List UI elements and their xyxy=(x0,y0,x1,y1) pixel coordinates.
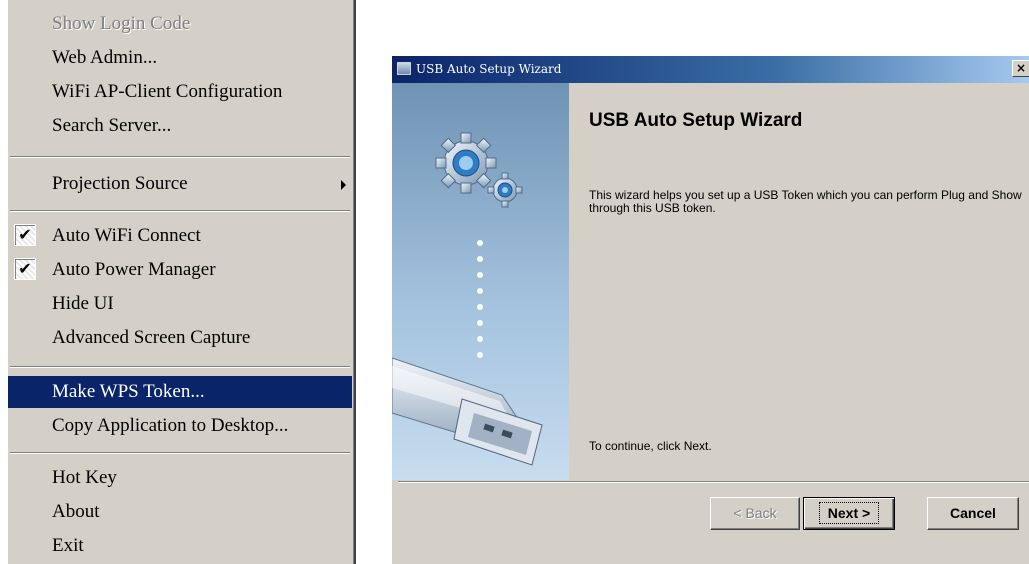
menu-item-label: Hot Key xyxy=(52,467,117,488)
menu-item-auto-wifi-connect[interactable]: ✔ Auto WiFi Connect xyxy=(8,220,352,252)
menu-item-exit[interactable]: Exit xyxy=(8,530,352,562)
title-bar[interactable]: USB Auto Setup Wizard × xyxy=(392,56,1029,83)
menu-item-wifi-ap-client-configuration[interactable]: WiFi AP-Client Configuration xyxy=(8,76,352,108)
menu-separator xyxy=(10,452,350,454)
menu-item-about[interactable]: About xyxy=(8,496,352,528)
close-button[interactable]: × xyxy=(1012,60,1029,77)
cancel-button[interactable]: Cancel xyxy=(927,497,1019,530)
menu-item-label: WiFi AP-Client Configuration xyxy=(52,81,283,102)
menu-item-auto-power-manager[interactable]: ✔ Auto Power Manager xyxy=(8,254,352,286)
checkmark-icon: ✔ xyxy=(14,224,36,246)
menu-item-label: Search Server... xyxy=(52,115,172,136)
gears-icon xyxy=(435,132,523,208)
menu-item-hide-ui[interactable]: Hide UI xyxy=(8,288,352,320)
menu-item-label: Projection Source xyxy=(52,173,188,194)
next-button-label: Next > xyxy=(818,502,880,524)
menu-item-label: Copy Application to Desktop... xyxy=(52,415,289,436)
menu-item-label: Show Login Code xyxy=(52,13,191,34)
wizard-description: This wizard helps you set up a USB Token… xyxy=(589,188,1022,215)
wizard-content: USB Auto Setup Wizard This wizard helps … xyxy=(569,83,1029,480)
submenu-arrow-icon xyxy=(341,180,346,190)
menu-item-label: Auto Power Manager xyxy=(52,259,216,280)
menu-item-show-login-code: Show Login Code xyxy=(8,8,352,40)
menu-item-advanced-screen-capture[interactable]: Advanced Screen Capture xyxy=(8,322,352,354)
window-title: USB Auto Setup Wizard xyxy=(416,62,562,76)
menu-separator xyxy=(10,210,350,212)
menu-item-label: Web Admin... xyxy=(52,47,158,68)
wizard-window: USB Auto Setup Wizard × USB Auto Setup W… xyxy=(391,56,1029,564)
wizard-heading: USB Auto Setup Wizard xyxy=(589,110,803,131)
back-button: < Back xyxy=(710,497,800,530)
menu-item-make-wps-token[interactable]: Make WPS Token... xyxy=(8,376,352,408)
menu-item-label: Make WPS Token... xyxy=(52,381,205,402)
menu-item-label: About xyxy=(52,501,100,522)
wizard-illustration-panel xyxy=(391,83,569,480)
menu-item-label: Exit xyxy=(52,535,84,556)
context-menu: Show Login Code Web Admin... WiFi AP-Cli… xyxy=(8,0,356,564)
button-bar-divider xyxy=(398,481,1029,483)
usb-drive-icon xyxy=(391,357,543,466)
menu-item-copy-application-to-desktop[interactable]: Copy Application to Desktop... xyxy=(8,410,352,442)
menu-item-label: Advanced Screen Capture xyxy=(52,327,251,348)
wizard-illustration xyxy=(391,132,543,466)
checkmark-icon: ✔ xyxy=(14,258,36,280)
continue-instruction: To continue, click Next. xyxy=(589,439,712,453)
menu-item-label: Hide UI xyxy=(52,293,114,314)
window-app-icon xyxy=(397,62,411,75)
menu-item-label: Auto WiFi Connect xyxy=(52,225,201,246)
menu-item-web-admin[interactable]: Web Admin... xyxy=(8,42,352,74)
next-button[interactable]: Next > xyxy=(803,497,895,530)
menu-item-hot-key[interactable]: Hot Key xyxy=(8,462,352,494)
menu-separator xyxy=(10,156,350,158)
menu-separator xyxy=(10,366,350,368)
menu-item-projection-source[interactable]: Projection Source xyxy=(8,168,352,200)
menu-item-search-server[interactable]: Search Server... xyxy=(8,110,352,142)
